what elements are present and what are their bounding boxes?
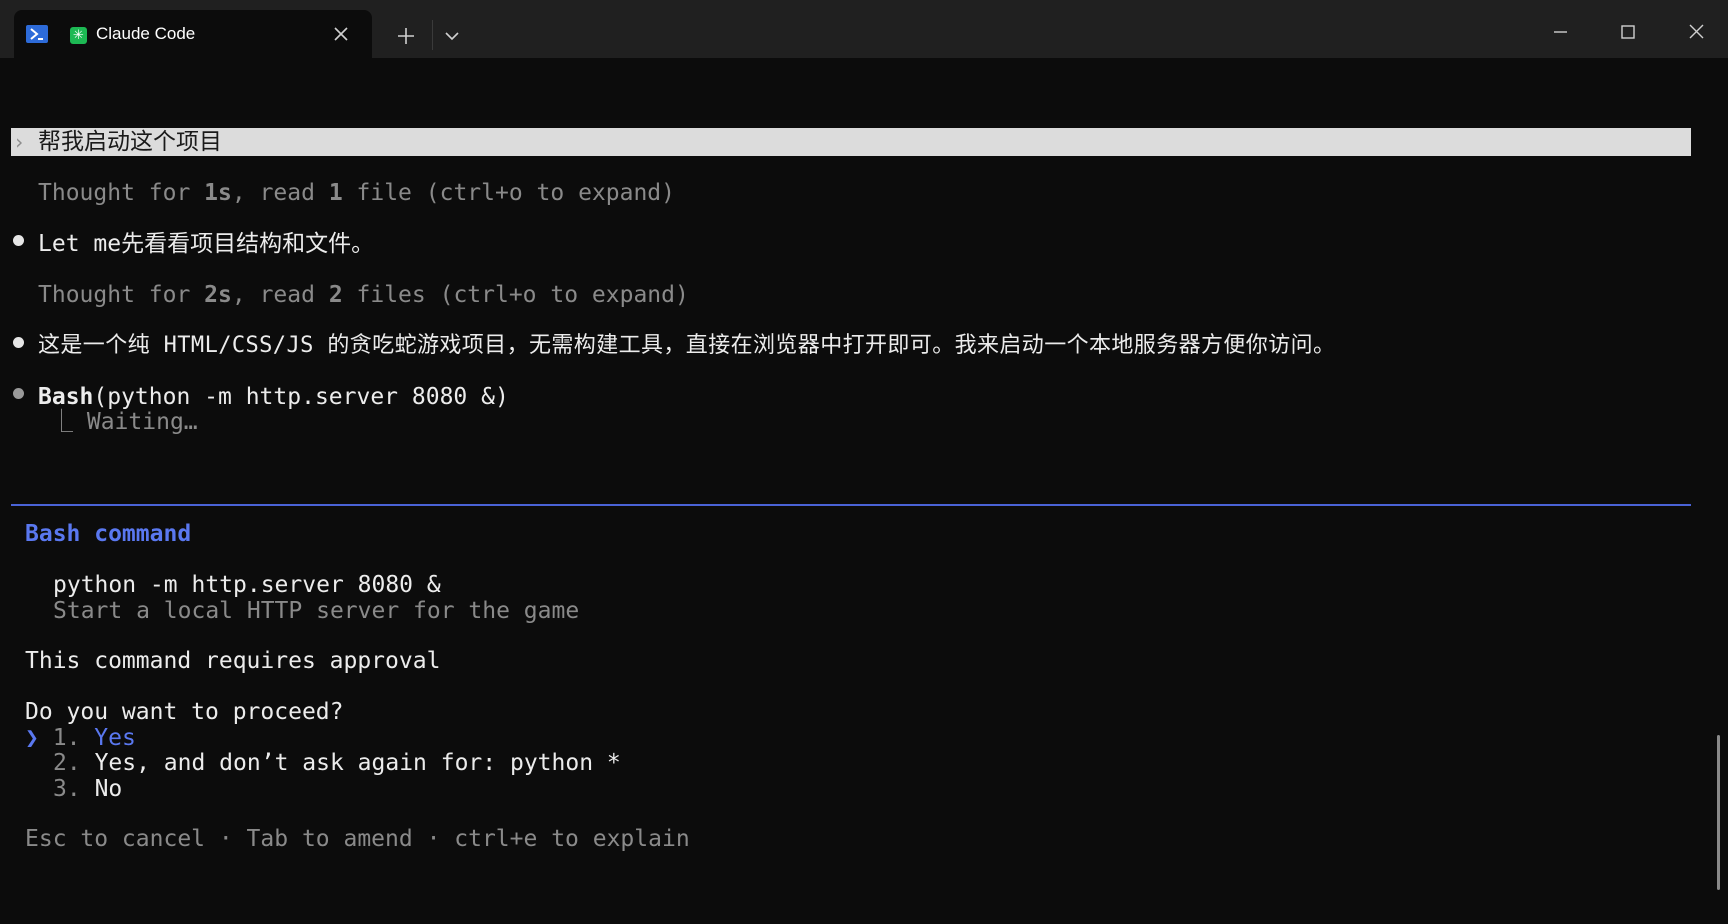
- option-number: 3.: [53, 776, 81, 802]
- tool-name: Bash: [38, 384, 94, 410]
- approval-question: Do you want to proceed?: [25, 699, 344, 725]
- scrollbar-thumb[interactable]: [1717, 735, 1720, 890]
- thought-rest: , read: [231, 282, 329, 308]
- approval-notice: This command requires approval: [25, 648, 441, 674]
- tool-status-text: Waiting…: [86, 409, 198, 435]
- tool-bullet-icon: [13, 388, 24, 399]
- terminal-output[interactable]: › 帮我启动这个项目 Thought for 1s, read 1 file (…: [0, 58, 1728, 924]
- chevron-down-icon[interactable]: [440, 26, 464, 46]
- tab-title: Claude Code: [96, 24, 196, 43]
- powershell-icon: [26, 25, 48, 43]
- approval-command: python -m http.server 8080 &: [53, 572, 441, 598]
- approval-footer-hint: Esc to cancel · Tab to amend · ctrl+e to…: [25, 826, 690, 852]
- thought-count: 1: [328, 180, 343, 206]
- option-no[interactable]: 3. No: [53, 775, 122, 803]
- thought-prefix: Thought for: [38, 282, 205, 308]
- option-yes[interactable]: ❯ 1. Yes: [25, 724, 136, 752]
- tool-status: ⎿ Waiting…: [50, 408, 198, 436]
- tool-args: (python -m http.server 8080 &): [93, 384, 509, 410]
- message-bullet-icon: [13, 337, 24, 348]
- thought-duration: 1s: [204, 180, 232, 206]
- approval-description: Start a local HTTP server for the game: [53, 598, 580, 624]
- thought-count: 2: [328, 282, 343, 308]
- prompt-chevron-icon: ›: [13, 130, 26, 154]
- assistant-message-2: 这是一个纯 HTML/CSS/JS 的贪吃蛇游戏项目，无需构建工具，直接在浏览器…: [38, 333, 1336, 358]
- minimize-icon[interactable]: [1540, 20, 1580, 44]
- thought-duration: 2s: [204, 282, 232, 308]
- option-label: No: [94, 776, 123, 802]
- close-icon[interactable]: [330, 23, 352, 45]
- thought-suffix: file (ctrl+o to expand): [342, 180, 676, 206]
- plus-icon[interactable]: [394, 24, 418, 48]
- selector-chevron-icon: ❯: [25, 725, 39, 751]
- option-number: 1.: [52, 725, 81, 751]
- thought-line-2[interactable]: Thought for 2s, read 2 files (ctrl+o to …: [38, 281, 689, 309]
- maximize-icon[interactable]: [1608, 20, 1648, 44]
- approval-title: Bash command: [25, 521, 192, 547]
- window-close-icon[interactable]: [1676, 20, 1716, 44]
- thought-prefix: Thought for: [38, 180, 205, 206]
- message-bullet-icon: [13, 235, 24, 246]
- tree-branch-icon: ⎿: [50, 409, 73, 435]
- title-bar: ✳ Claude Code: [0, 0, 1728, 60]
- option-label: Yes: [94, 725, 136, 751]
- option-label: Yes, and don’t ask again for: python *: [94, 750, 621, 776]
- thought-rest: , read: [231, 180, 329, 206]
- approval-divider: [11, 504, 1691, 506]
- tab-claude-code[interactable]: ✳ Claude Code: [14, 10, 372, 60]
- thought-suffix: files (ctrl+o to expand): [342, 282, 689, 308]
- tool-call: Bash(python -m http.server 8080 &): [38, 383, 509, 411]
- option-yes-always[interactable]: 2. Yes, and don’t ask again for: python …: [53, 749, 621, 777]
- tab-separator: [432, 20, 433, 50]
- assistant-message-1: Let me先看看项目结构和文件。: [38, 231, 375, 257]
- user-prompt-highlight: [11, 128, 1691, 156]
- option-number: 2.: [53, 750, 81, 776]
- user-prompt-text: 帮我启动这个项目: [38, 129, 222, 155]
- thought-line-1[interactable]: Thought for 1s, read 1 file (ctrl+o to e…: [38, 179, 675, 207]
- claude-code-icon: ✳: [70, 27, 87, 44]
